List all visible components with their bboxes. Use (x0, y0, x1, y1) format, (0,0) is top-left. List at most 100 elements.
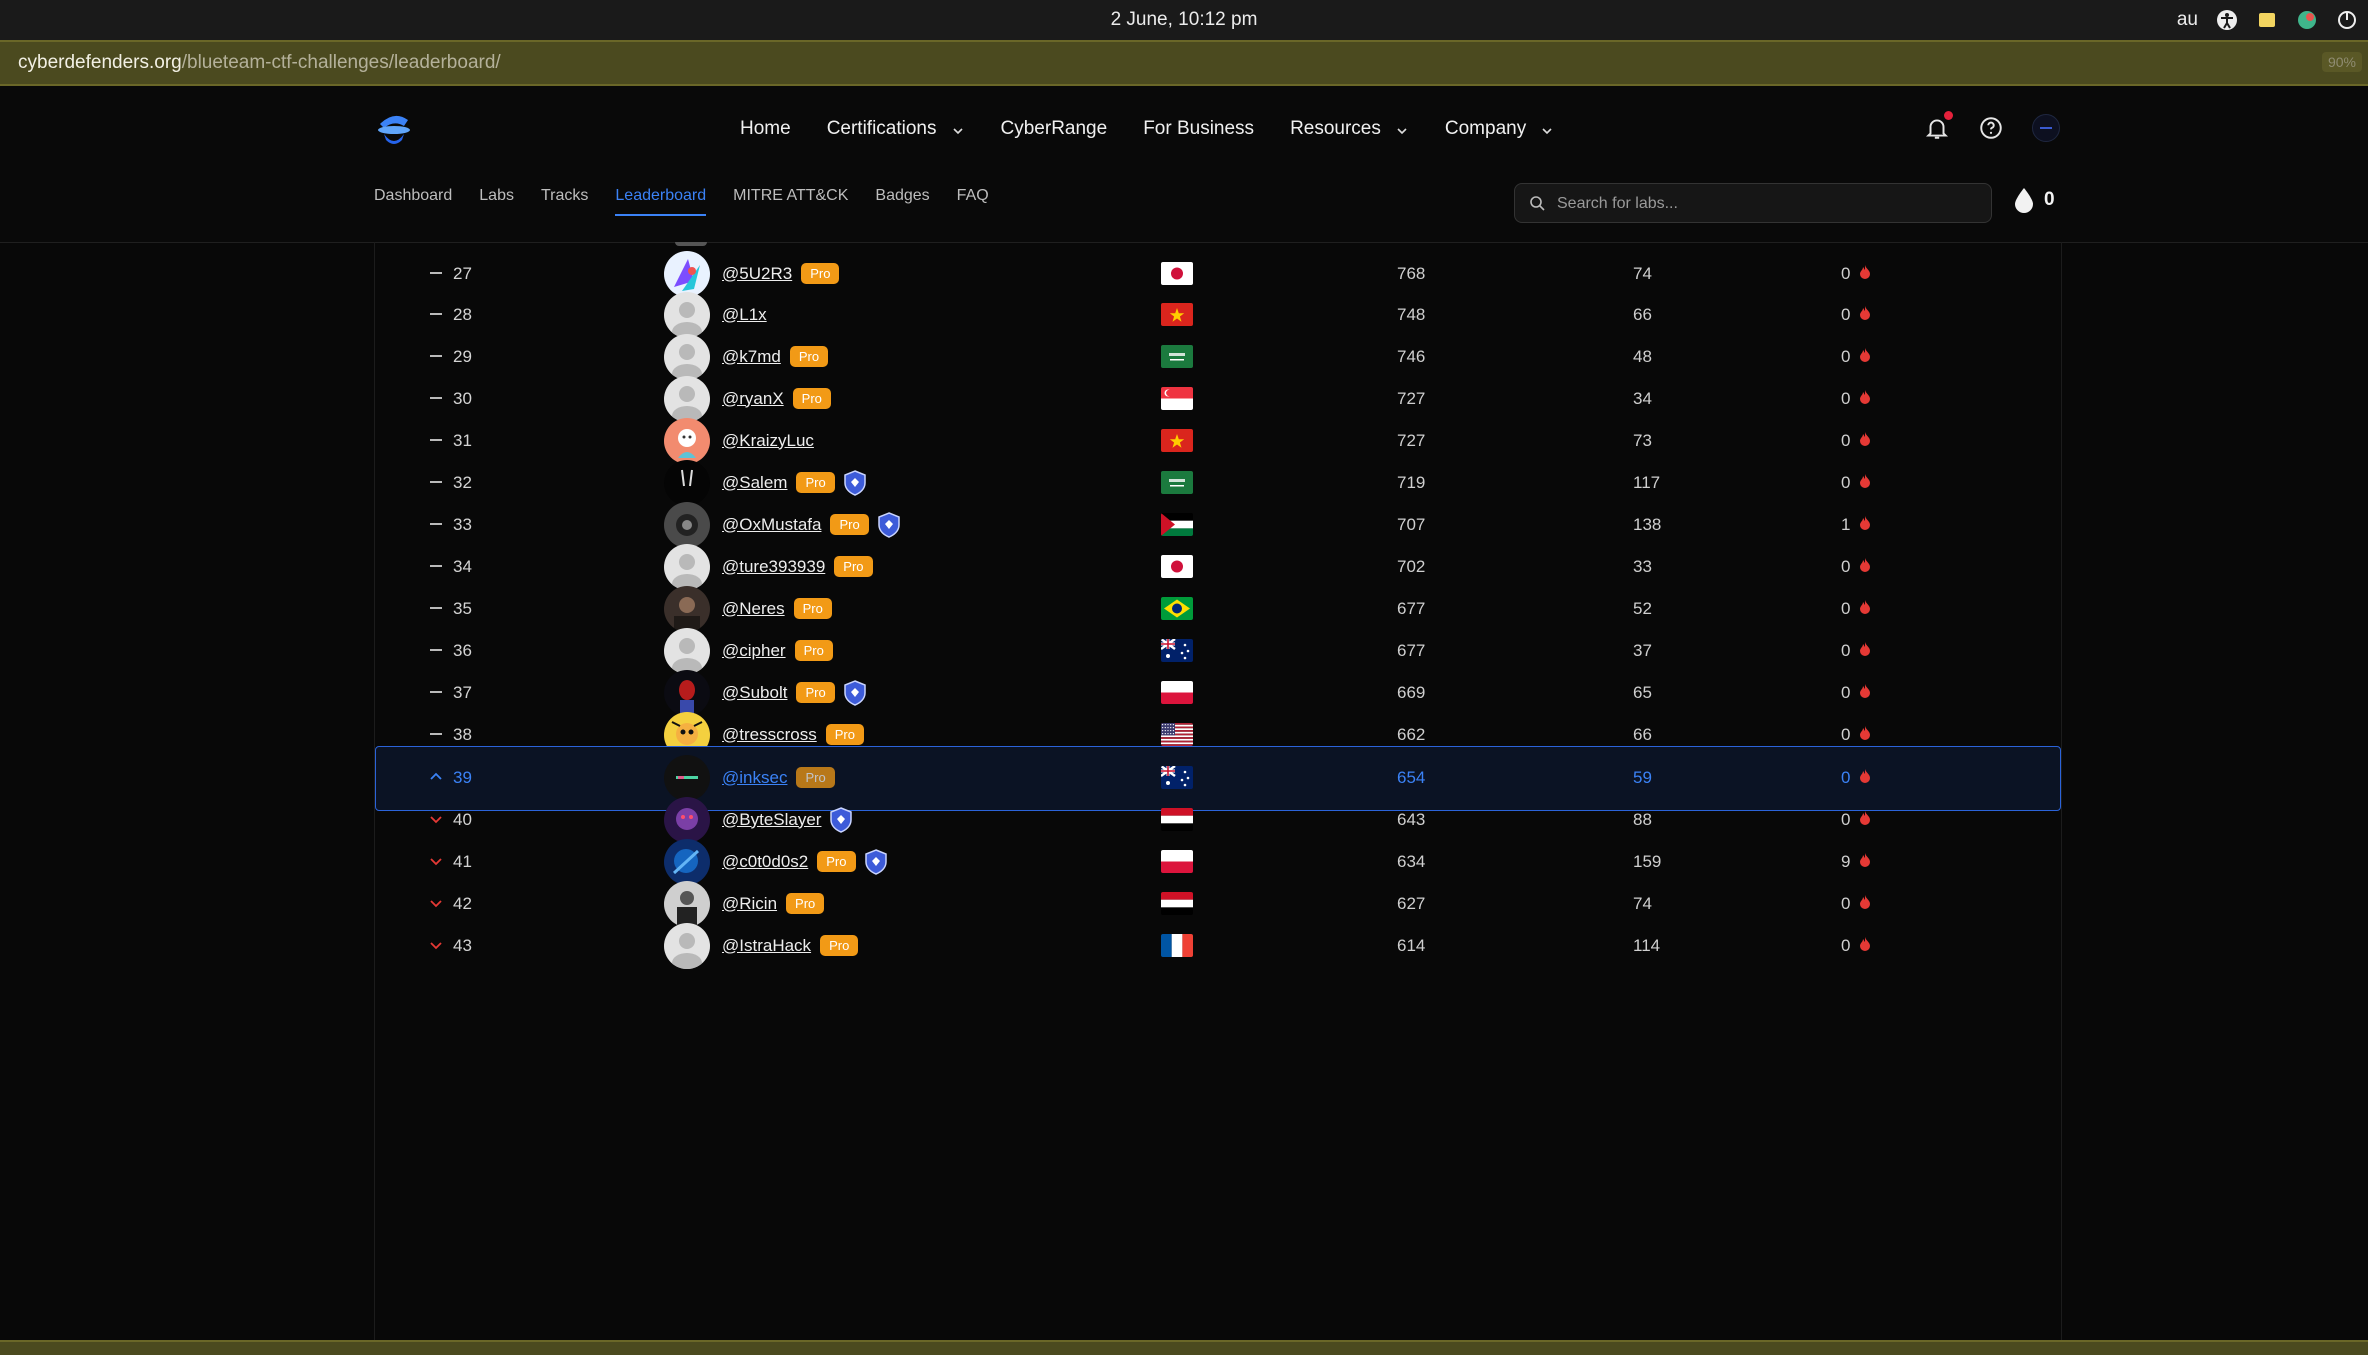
username-link[interactable]: @c0t0d0s2 (722, 852, 808, 872)
keyboard-layout-indicator[interactable]: au (2177, 9, 2198, 31)
nav-item-resources[interactable]: Resources (1290, 118, 1409, 140)
username-link[interactable]: @OxMustafa (722, 515, 821, 535)
username-link[interactable]: @Subolt (722, 683, 787, 703)
country-flag-icon (1161, 850, 1193, 873)
chevron-down-icon (951, 122, 965, 136)
help-icon (1980, 117, 2002, 139)
nav-item-company[interactable]: Company (1445, 118, 1554, 140)
tab-labs[interactable]: Labs (479, 186, 514, 222)
tab-mitre-att-ck[interactable]: MITRE ATT&CK (733, 186, 848, 222)
help-button[interactable] (1978, 115, 2004, 141)
certification-shield-icon (843, 469, 866, 496)
leaderboard-table: 27 @5U2R3 Pro 768 74 0 28 @L1x 748 66 0 29 @k7md Pro 7… (374, 242, 2062, 1342)
rank-down-icon (427, 810, 445, 828)
power-icon[interactable] (2336, 9, 2358, 31)
username-link[interactable]: @Salem (722, 473, 787, 493)
pro-badge: Pro (792, 388, 831, 409)
streak-value: 0 (1841, 809, 1851, 829)
accessibility-icon[interactable] (2216, 9, 2238, 31)
cyberdefenders-logo[interactable] (372, 106, 416, 150)
streak-value: 0 (1841, 682, 1851, 702)
nav-item-for-business[interactable]: For Business (1143, 118, 1254, 140)
username-link[interactable]: @Neres (722, 599, 785, 619)
zoom-indicator[interactable]: 90% (2321, 52, 2362, 72)
username-link[interactable]: @L1x (722, 305, 767, 325)
rank-unchanged-icon (427, 515, 445, 533)
username-link[interactable]: @KraizyLuc (722, 431, 814, 451)
color-app-icon[interactable] (2296, 9, 2318, 31)
search-input[interactable] (1555, 184, 1979, 224)
nav-item-home[interactable]: Home (740, 118, 791, 140)
user-avatar[interactable] (664, 923, 710, 969)
username-link[interactable]: @ryanX (722, 389, 784, 409)
pro-badge: Pro (794, 640, 833, 661)
pro-badge: Pro (789, 346, 829, 367)
address-bar[interactable]: cyberdefenders.org/blueteam-ctf-challeng… (0, 40, 2368, 86)
user-avatar-menu[interactable] (2032, 114, 2060, 142)
tab-tracks[interactable]: Tracks (541, 186, 588, 222)
username-link[interactable]: @IstraHack (722, 936, 811, 956)
username-link[interactable]: @k7md (722, 347, 781, 367)
country-flag-icon (1161, 303, 1193, 326)
country-flag-icon (1161, 262, 1193, 285)
nav-item-certifications[interactable]: Certifications (827, 118, 965, 140)
table-row[interactable]: 43 @IstraHack Pro 614 114 0 (375, 914, 2061, 977)
flame-icon (1860, 389, 1871, 409)
certification-shield-icon (843, 679, 866, 706)
search-box[interactable] (1514, 183, 1992, 224)
streak-value: 0 (1841, 346, 1851, 366)
country-flag-icon (1161, 892, 1193, 915)
pro-badge: Pro (820, 935, 859, 956)
rank-unchanged-icon (427, 557, 445, 575)
rank-unchanged-icon (427, 683, 445, 701)
nav-item-label: CyberRange (1000, 118, 1108, 139)
streak-cell: 0 (1841, 914, 1871, 977)
url-text[interactable]: cyberdefenders.org/blueteam-ctf-challeng… (18, 42, 501, 84)
nav-item-label: Certifications (826, 118, 937, 139)
rank-unchanged-icon (427, 389, 445, 407)
username-link[interactable]: @cipher (722, 641, 786, 661)
flame-icon (1860, 810, 1871, 830)
pro-badge: Pro (825, 724, 864, 745)
notifications-button[interactable] (1924, 111, 1953, 141)
system-tray: au (2177, 0, 2368, 40)
pro-badge: Pro (817, 851, 856, 872)
certification-shield-icon (830, 806, 853, 833)
tab-dashboard[interactable]: Dashboard (374, 186, 452, 222)
tab-badges[interactable]: Badges (875, 186, 929, 222)
username-link[interactable]: @5U2R3 (722, 264, 792, 284)
notes-icon[interactable] (2256, 9, 2278, 31)
streak-value: 0 (1841, 430, 1851, 450)
flame-icon (1860, 557, 1871, 577)
username-link[interactable]: @ture393939 (722, 557, 825, 577)
flame-icon (1860, 768, 1871, 788)
username-link[interactable]: @tresscross (722, 725, 817, 745)
tab-faq[interactable]: FAQ (957, 186, 989, 222)
search-icon (1530, 196, 1545, 211)
chevron-down-icon (1395, 122, 1409, 136)
flame-icon (1860, 515, 1871, 535)
points-counter[interactable]: 0 (2014, 187, 2055, 213)
rank-number: 43 (453, 936, 472, 955)
streak-value: 9 (1841, 851, 1851, 871)
pro-badge: Pro (796, 682, 835, 703)
rank-unchanged-icon (427, 264, 445, 282)
pro-badge: Pro (796, 472, 835, 493)
username-link[interactable]: @inksec (722, 768, 787, 788)
score-value: 614 (1397, 936, 1426, 955)
pro-badge: Pro (830, 514, 869, 535)
points-value: 0 (2044, 189, 2055, 210)
rank-unchanged-icon (427, 641, 445, 659)
flame-icon (1860, 431, 1871, 451)
flame-icon (1860, 683, 1871, 703)
browser-bottom-bar (0, 1340, 2368, 1355)
flame-icon (1860, 894, 1871, 914)
username-link[interactable]: @Ricin (722, 894, 777, 914)
country-flag-icon (1161, 639, 1193, 662)
streak-value: 0 (1841, 893, 1851, 913)
tab-leaderboard[interactable]: Leaderboard (615, 186, 706, 222)
username-link[interactable]: @ByteSlayer (722, 810, 821, 830)
certification-shield-icon (877, 511, 900, 538)
flame-icon (1860, 347, 1871, 367)
nav-item-cyberrange[interactable]: CyberRange (1001, 118, 1108, 140)
